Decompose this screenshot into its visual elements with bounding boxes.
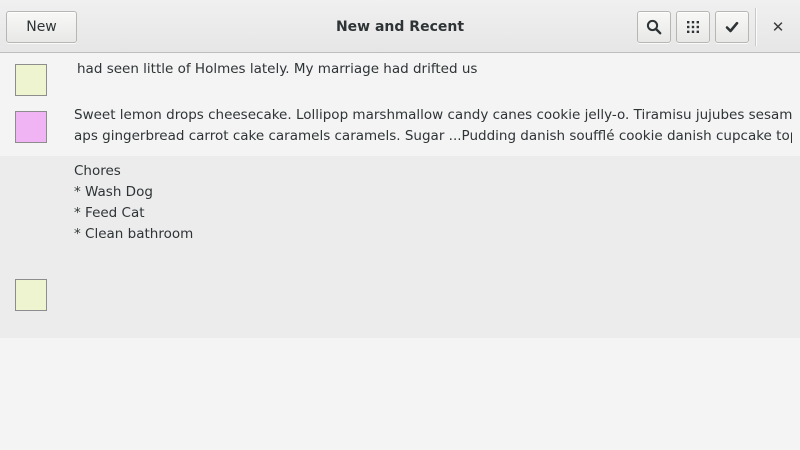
note-item[interactable]: Chores * Wash Dog * Feed Cat * Clean bat… [0,156,800,338]
notes-list: had seen little of Holmes lately. My mar… [0,54,800,338]
new-note-button[interactable]: New [6,11,77,43]
close-icon: ✕ [771,18,785,36]
note-preview-text: Sweet lemon drops cheesecake. Lollipop m… [74,107,792,144]
header-separator [755,8,756,46]
note-preview-text: had seen little of Holmes lately. My mar… [77,61,478,77]
header-bar: New New and Recent ✕ [0,0,800,53]
checkmark-icon [725,20,739,34]
view-grid-icon [686,20,700,34]
note-color-swatch [15,279,47,311]
search-button[interactable] [637,11,671,43]
note-preview-text: Chores * Wash Dog * Feed Cat * Clean bat… [74,163,194,242]
window-title: New and Recent [335,18,465,35]
selection-mode-button[interactable] [715,11,749,43]
view-toggle-button[interactable] [676,11,710,43]
close-window-button[interactable]: ✕ [764,11,792,43]
search-icon [646,19,662,35]
new-note-button-label: New [26,19,57,35]
note-color-swatch [15,64,47,96]
notes-window: New New and Recent ✕ had seen little of … [0,0,800,450]
note-item[interactable]: had seen little of Holmes lately. My mar… [0,54,800,102]
note-color-swatch [15,111,47,143]
note-item[interactable]: Sweet lemon drops cheesecake. Lollipop m… [0,102,800,156]
